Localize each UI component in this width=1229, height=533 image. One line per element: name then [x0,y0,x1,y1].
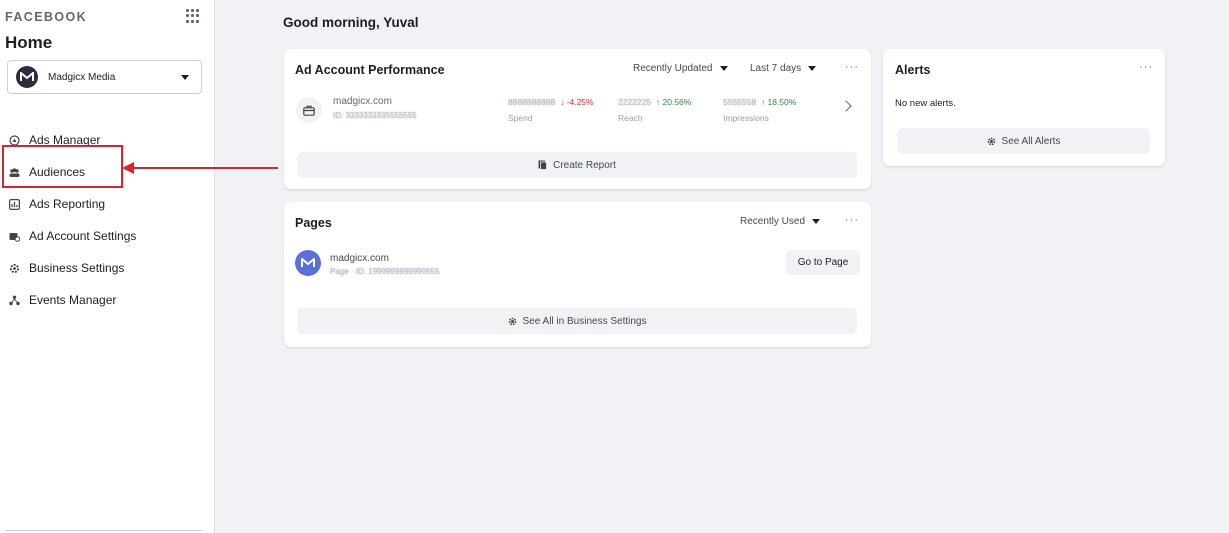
create-report-label: Create Report [553,159,616,171]
stat-value: 2222225 [618,97,652,107]
see-all-business-settings-button[interactable]: See All in Business Settings [297,308,857,334]
app-grid-icon[interactable] [186,9,200,23]
annotation-arrow-line [132,167,278,169]
card-title: Alerts [895,63,931,77]
divider [5,530,202,531]
go-to-page-button[interactable]: Go to Page [786,250,860,275]
stat-value: 5555558 [723,97,757,107]
chevron-down-icon [181,75,189,80]
more-options-icon[interactable]: ··· [1139,61,1153,73]
sidebar-item-events-manager[interactable]: Events Manager [0,284,214,316]
card-title: Pages [295,216,332,230]
more-options-icon[interactable]: ··· [845,214,859,226]
stat-change: 18.50% [767,97,797,107]
see-all-alerts-button[interactable]: See All Alerts [897,128,1150,154]
account-avatar [16,66,38,88]
stat-label: Reach [618,113,643,123]
highlight-box [2,145,123,188]
stat-reach: 2222225 ↑ 20.56% Reach [618,97,691,123]
see-all-business-settings-label: See All in Business Settings [522,315,647,327]
stat-change: -4.25% [566,97,594,107]
see-all-alerts-label: See All Alerts [1001,135,1061,147]
chevron-down-icon [812,219,821,224]
stat-impressions: 5555558 ↑ 18.50% Impressions [723,97,796,123]
chevron-down-icon [719,66,728,71]
ad-account-name[interactable]: madgicx.com [333,96,392,107]
stat-change: 20.56% [662,97,692,107]
stat-spend: 8888888888 ↓ -4.25% Spend [508,97,594,123]
sidebar-item-ad-account-settings[interactable]: Ad Account Settings [0,220,214,252]
report-icon [538,160,547,170]
page-name[interactable]: madgicx.com [330,253,389,264]
chevron-down-icon [808,66,817,71]
page-meta: Page · ID: 1999999999999555 [330,267,440,276]
ad-account-settings-icon [9,231,20,242]
arrow-up-icon: ↑ [758,97,766,107]
create-report-button[interactable]: Create Report [297,152,857,178]
sidebar-item-label: Events Manager [29,293,117,307]
alerts-card: Alerts ··· No new alerts. See All Alerts [883,49,1165,166]
chevron-right-icon[interactable] [840,100,852,112]
gear-icon [987,137,996,146]
ad-account-id: ID: 3333333335555555 [333,111,417,120]
pages-card: Pages Recently Used ··· madgicx.com Page… [284,202,871,347]
sidebar-item-label: Ad Account Settings [29,229,137,243]
arrow-up-icon: ↑ [653,97,661,107]
ads-manager-icon [9,134,20,146]
sidebar-item-business-settings[interactable]: Business Settings [0,252,214,284]
alerts-empty-text: No new alerts. [895,98,956,109]
stat-label: Spend [508,113,533,123]
card-title: Ad Account Performance [295,63,445,77]
sidebar-item-label: Ads Reporting [29,197,106,211]
gear-icon [9,263,20,274]
account-name: Madgicx Media [48,71,116,83]
sidebar-item-ads-reporting[interactable]: Ads Reporting [0,188,214,220]
ads-reporting-icon [9,198,20,210]
sort-dropdown[interactable]: Recently Used [740,216,821,227]
sidebar: FACEBOOK Home Madgicx Media Ads Manager … [0,0,215,533]
gear-icon [508,317,517,326]
events-manager-icon [9,295,20,306]
more-options-icon[interactable]: ··· [845,61,859,73]
sidebar-item-label: Business Settings [29,261,125,275]
sort-dropdown-label: Recently Updated [633,63,713,74]
briefcase-icon [296,97,322,123]
sort-dropdown-label: Recently Used [740,216,806,227]
stat-value: 8888888888 [508,97,556,107]
sort-dropdown[interactable]: Recently Updated [633,63,728,74]
date-range-dropdown[interactable]: Last 7 days [750,63,817,74]
page-avatar [295,250,321,276]
stat-label: Impressions [723,113,769,123]
page-title: Home [5,33,53,52]
account-selector[interactable]: Madgicx Media [7,60,202,94]
brand-logo: FACEBOOK [5,10,88,24]
arrow-down-icon: ↓ [557,97,565,107]
date-range-label: Last 7 days [750,63,802,74]
ad-account-performance-card: Ad Account Performance Recently Updated … [284,49,871,189]
greeting: Good morning, Yuval [283,15,419,30]
